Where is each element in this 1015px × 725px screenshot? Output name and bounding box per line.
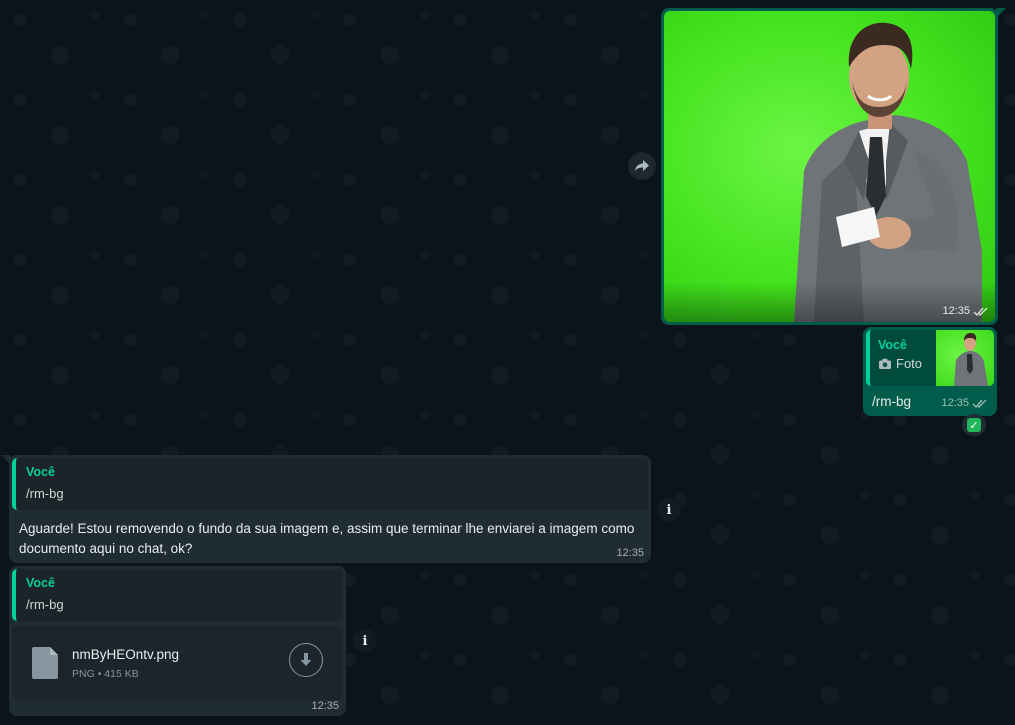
file-size: 415 KB	[104, 667, 139, 680]
message-text: Aguarde! Estou removendo o fundo da sua …	[19, 521, 635, 556]
download-icon	[300, 653, 312, 666]
bubble-tail	[996, 8, 1006, 18]
file-name: nmByHEOntv.png	[72, 646, 180, 662]
reply-time: 12:35	[941, 397, 969, 409]
reply-text: /rm-bg	[872, 394, 912, 409]
incoming-message-2[interactable]: Você /rm-bg nmByHEOntv.png PNG • 415 KB …	[9, 566, 346, 716]
quoted-message[interactable]: Você /rm-bg	[12, 569, 343, 621]
check-mark-button-icon: ✓	[967, 418, 981, 432]
download-button[interactable]	[289, 643, 323, 677]
incoming-message-1[interactable]: Você /rm-bg Aguarde! Estou removendo o f…	[1, 455, 651, 563]
document-file-icon	[32, 647, 58, 679]
message-time: 12:35	[616, 547, 644, 559]
message-reaction[interactable]: ✓	[962, 414, 986, 436]
info-icon[interactable]: i	[657, 498, 681, 522]
quoted-message[interactable]: Você Foto	[866, 330, 994, 386]
image-time: 12:35	[942, 305, 970, 317]
quote-text: /rm-bg	[26, 486, 64, 501]
forward-icon	[635, 160, 649, 172]
outgoing-image-message[interactable]: 12:35	[661, 8, 1006, 325]
double-check-icon	[972, 399, 987, 408]
sent-photo[interactable]: 12:35	[664, 11, 995, 322]
quote-text: Foto	[896, 356, 923, 371]
quote-thumbnail	[936, 330, 994, 386]
quote-author: Você	[26, 465, 55, 479]
file-type: PNG	[72, 667, 95, 680]
reply-body: /rm-bg 12:35	[866, 386, 994, 409]
quote-author: Você	[26, 576, 55, 590]
info-icon[interactable]: i	[353, 629, 377, 653]
reply-meta: 12:35	[941, 397, 988, 409]
man-in-suit-photo	[794, 22, 982, 322]
bubble-tail	[1, 455, 11, 465]
message-time: 12:35	[311, 700, 339, 712]
file-meta: PNG • 415 KB	[72, 668, 179, 680]
document-info: nmByHEOntv.png PNG • 415 KB	[72, 647, 179, 680]
double-check-icon	[973, 307, 988, 316]
forward-button[interactable]	[628, 152, 656, 180]
thumbnail-photo	[954, 333, 988, 386]
camera-icon	[879, 358, 891, 369]
outgoing-reply-message[interactable]: Você Foto /rm-bg 12:35	[863, 327, 997, 416]
document-attachment[interactable]: nmByHEOntv.png PNG • 415 KB	[12, 626, 343, 700]
image-meta: 12:35	[942, 305, 989, 317]
quote-text: /rm-bg	[26, 597, 64, 612]
quoted-message[interactable]: Você /rm-bg	[12, 458, 648, 510]
